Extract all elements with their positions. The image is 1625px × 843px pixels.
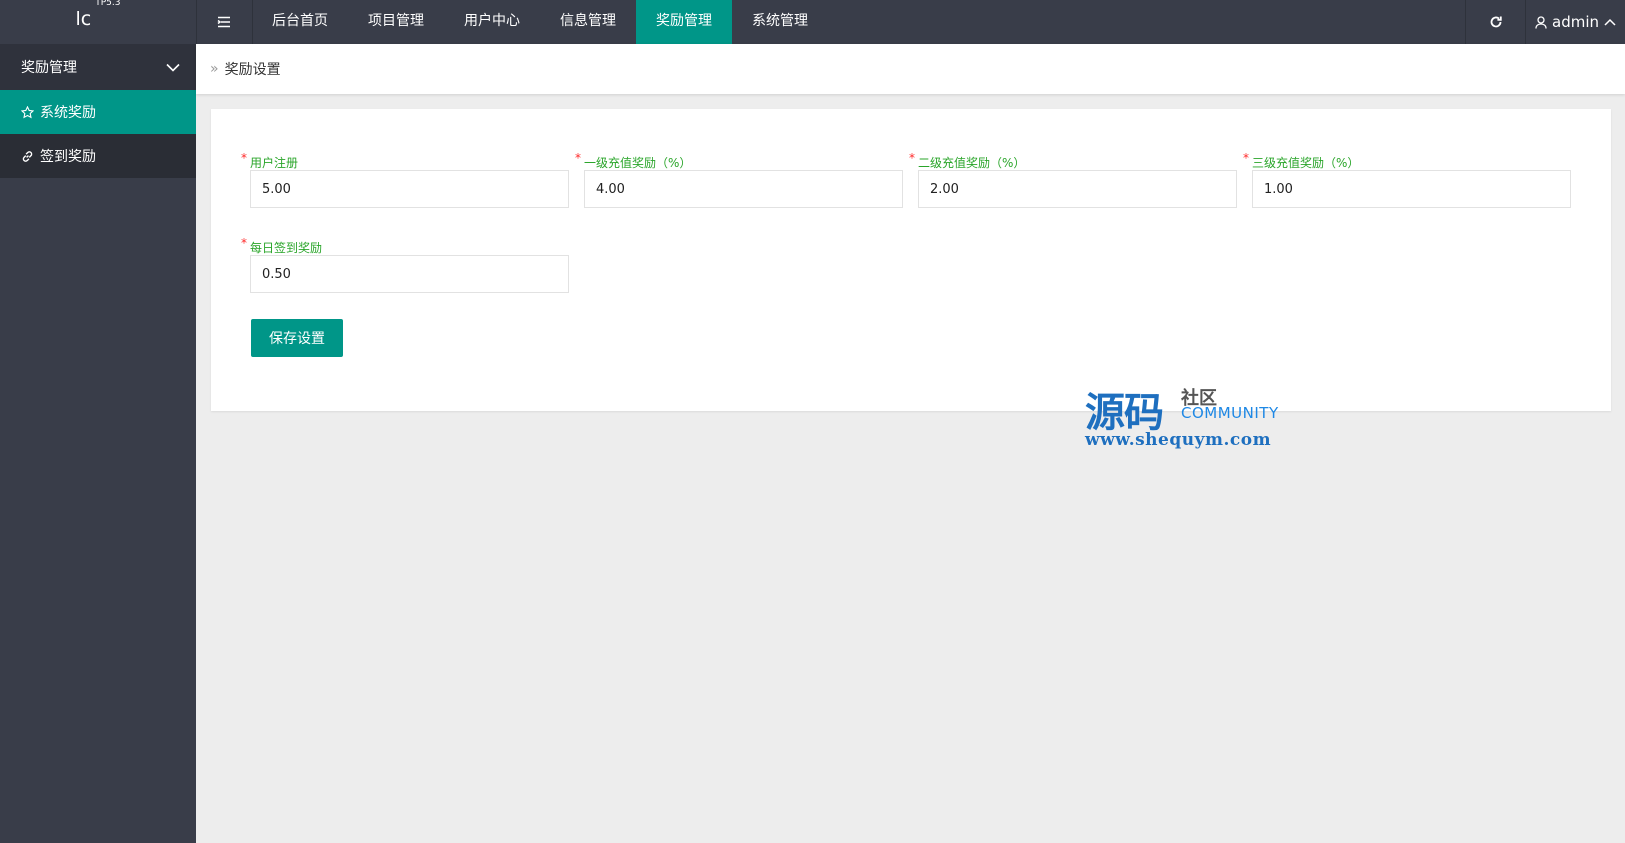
header-right: admin [1465,0,1625,44]
nav-item-home[interactable]: 后台首页 [252,0,348,44]
save-settings-button[interactable]: 保存设置 [251,319,343,357]
watermark-url: www.shequym.com [1085,430,1272,450]
sidebar-item-signin-rewards[interactable]: 签到奖励 [0,134,196,178]
field-label: * 一级充值奖励（%） [575,151,692,170]
required-mark: * [909,151,915,165]
sidebar-item-system-rewards[interactable]: 系统奖励 [0,90,196,134]
watermark-en: COMMUNITY [1181,404,1279,422]
required-mark: * [1243,151,1249,165]
nav-item-users[interactable]: 用户中心 [444,0,540,44]
link-icon [22,150,33,162]
user-icon [1535,15,1547,29]
required-mark: * [575,151,581,165]
star-icon [21,105,34,118]
top-nav: 后台首页 项目管理 用户中心 信息管理 奖励管理 系统管理 [252,0,828,44]
daily-signin-input[interactable] [250,255,569,293]
refresh-icon [1490,16,1502,28]
field-label: * 二级充值奖励（%） [909,151,1026,170]
chevron-down-icon [166,63,180,72]
required-mark: * [241,236,247,250]
top-header: lcTP5.3 后台首页 项目管理 用户中心 信息管理 奖励管理 系统管理 ad… [0,0,1625,44]
nav-item-system[interactable]: 系统管理 [732,0,828,44]
sidebar: 奖励管理 系统奖励 签到奖励 [0,44,196,843]
level1-recharge-input[interactable] [584,170,903,208]
menu-fold-icon [217,16,230,28]
user-menu[interactable]: admin [1525,0,1625,44]
user-register-input[interactable] [250,170,569,208]
menu-toggle-button[interactable] [196,0,252,44]
level2-recharge-input[interactable] [918,170,1237,208]
nav-item-info[interactable]: 信息管理 [540,0,636,44]
breadcrumb: » 奖励设置 [196,44,1625,94]
nav-item-rewards[interactable]: 奖励管理 [636,0,732,44]
chevron-up-icon [1604,18,1616,26]
watermark-logo: 源码 社区 COMMUNITY www.shequym.com [1085,380,1285,452]
nav-item-projects[interactable]: 项目管理 [348,0,444,44]
sidebar-group-rewards[interactable]: 奖励管理 [0,44,196,90]
username: admin [1552,13,1599,31]
sidebar-group-label: 奖励管理 [21,60,77,76]
logo-text: lc [75,8,92,30]
refresh-button[interactable] [1465,0,1525,44]
sidebar-item-label: 签到奖励 [40,149,96,165]
logo[interactable]: lcTP5.3 [0,0,196,44]
field-label: * 三级充值奖励（%） [1243,151,1360,170]
breadcrumb-current[interactable]: 奖励设置 [225,59,281,79]
sidebar-item-label: 系统奖励 [40,105,96,121]
double-chevron-right-icon: » [210,61,219,77]
settings-card: *用户注册 *一级充值奖励（%） *二级充值奖励（%） *三级充值奖励（%） *… [211,109,1611,411]
required-mark: * [241,151,247,165]
field-label: * 每日签到奖励 [241,236,323,255]
field-label: * 用户注册 [241,151,299,170]
version-label: TP5.3 [95,0,121,8]
level3-recharge-input[interactable] [1252,170,1571,208]
